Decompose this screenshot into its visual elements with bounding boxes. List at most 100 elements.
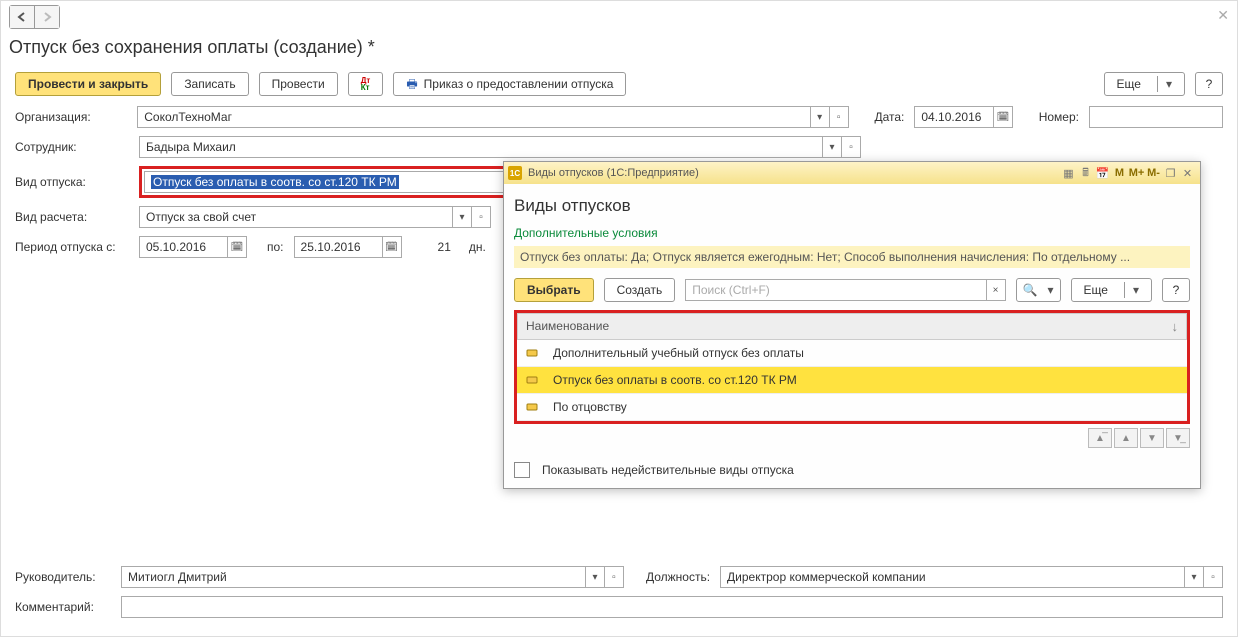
select-button[interactable]: Выбрать — [514, 278, 594, 302]
period-from-field[interactable]: 05.10.2016🗓 — [139, 236, 247, 258]
open-icon[interactable]: ▫ — [471, 207, 490, 227]
org-value: СоколТехноМаг — [138, 110, 809, 124]
row-label: Отпуск без оплаты в соотв. со ст.120 ТК … — [553, 373, 797, 387]
dropdown-icon[interactable]: ▾ — [585, 567, 604, 587]
table-row[interactable]: Отпуск без оплаты в соотв. со ст.120 ТК … — [517, 367, 1187, 394]
titlebar-close-icon[interactable]: ✕ — [1179, 165, 1196, 182]
popup-toolbar: Выбрать Создать Поиск (Ctrl+F)× 🔍▾ Еще▾ … — [514, 278, 1190, 302]
titlebar-restore-icon[interactable]: ❐ — [1162, 165, 1179, 182]
row-icon — [525, 347, 539, 359]
date-value: 04.10.2016 — [915, 110, 993, 124]
calendar-icon[interactable]: 🗓 — [227, 237, 246, 257]
popup-title: Виды отпусков — [514, 196, 1190, 216]
manager-value: Митиогл Дмитрий — [122, 570, 585, 584]
open-icon[interactable]: ▫ — [841, 137, 860, 157]
show-inactive-label: Показывать недействительные виды отпуска — [542, 463, 794, 477]
nav-back-button[interactable] — [10, 6, 35, 28]
post-and-close-button[interactable]: Провести и закрыть — [15, 72, 161, 96]
period-to-field[interactable]: 25.10.2016🗓 — [294, 236, 402, 258]
open-icon[interactable]: ▫ — [604, 567, 623, 587]
titlebar-m-minus-icon[interactable]: M- — [1145, 165, 1162, 182]
popup-titlebar[interactable]: 1C Виды отпусков (1С:Предприятие) ▦ 🖩 📅 … — [504, 162, 1200, 184]
calc-type-value: Отпуск за свой счет — [140, 210, 452, 224]
date-label: Дата: — [874, 110, 904, 124]
dropdown-icon[interactable]: ▾ — [1184, 567, 1203, 587]
table-highlight: Наименование ↓ Дополнительный учебный от… — [514, 310, 1190, 424]
employee-label: Сотрудник: — [15, 140, 133, 154]
search-button[interactable]: 🔍▾ — [1016, 278, 1061, 302]
table-row[interactable]: Дополнительный учебный отпуск без оплаты — [517, 340, 1187, 367]
search-input[interactable]: Поиск (Ctrl+F)× — [685, 279, 1005, 301]
table-row[interactable]: По отцовству — [517, 394, 1187, 421]
period-to-value: 25.10.2016 — [295, 240, 382, 254]
nav-forward-button[interactable] — [35, 6, 59, 28]
search-wrap: Поиск (Ctrl+F)× — [685, 279, 1005, 301]
employee-field[interactable]: Бадыра Михаил▾▫ — [139, 136, 861, 158]
titlebar-calc-icon[interactable]: 🖩 — [1077, 165, 1094, 182]
close-icon[interactable]: ✕ — [1217, 7, 1229, 24]
dropdown-icon[interactable]: ▾ — [810, 107, 829, 127]
help-button[interactable]: ? — [1195, 72, 1223, 96]
titlebar-m-icon[interactable]: M — [1111, 165, 1128, 182]
open-icon[interactable]: ▫ — [1203, 567, 1222, 587]
period-from-value: 05.10.2016 — [140, 240, 227, 254]
row-label: По отцовству — [553, 400, 627, 414]
manager-field[interactable]: Митиогл Дмитрий▾▫ — [121, 566, 624, 588]
table-header[interactable]: Наименование ↓ — [517, 313, 1187, 340]
popup-app-title: Виды отпусков (1С:Предприятие) — [528, 167, 699, 179]
calendar-icon[interactable]: 🗓 — [993, 107, 1012, 127]
nav-last-button[interactable]: ▼̲ — [1166, 428, 1190, 448]
days-unit: дн. — [469, 240, 486, 254]
post-button[interactable]: Провести — [259, 72, 338, 96]
days-value: 21 — [438, 240, 451, 254]
dropdown-icon[interactable]: ▾ — [452, 207, 471, 227]
titlebar-calendar-icon[interactable]: 📅 — [1094, 165, 1111, 182]
nav-down-button[interactable]: ▼ — [1140, 428, 1164, 448]
table-nav: ▲̅ ▲ ▼ ▼̲ — [514, 428, 1190, 448]
titlebar-m-plus-icon[interactable]: M+ — [1128, 165, 1145, 182]
period-from-label: Период отпуска с: — [15, 240, 133, 254]
print-order-button[interactable]: 🖶Приказ о предоставлении отпуска — [393, 72, 626, 96]
app-logo-icon: 1C — [508, 166, 522, 180]
dropdown-icon[interactable]: ▾ — [822, 137, 841, 157]
more-label: Еще — [1117, 76, 1141, 92]
open-icon[interactable]: ▫ — [829, 107, 848, 127]
number-field[interactable] — [1089, 106, 1223, 128]
nav-up-button[interactable]: ▲ — [1114, 428, 1138, 448]
popup-more-button[interactable]: Еще▾ — [1071, 278, 1152, 302]
clear-icon[interactable]: × — [986, 280, 1005, 300]
nav-first-button[interactable]: ▲̅ — [1088, 428, 1112, 448]
chevron-down-icon: ▾ — [1048, 282, 1054, 298]
conditions-text: Отпуск без оплаты: Да; Отпуск является е… — [514, 246, 1190, 268]
row-icon — [525, 401, 539, 413]
print-order-label: Приказ о предоставлении отпуска — [424, 76, 614, 92]
chevron-down-icon: ▾ — [1157, 76, 1172, 92]
comment-field[interactable] — [121, 596, 1223, 618]
save-button[interactable]: Записать — [171, 72, 248, 96]
popup-help-button[interactable]: ? — [1162, 278, 1190, 302]
conditions-label[interactable]: Дополнительные условия — [514, 226, 1190, 240]
register-entries-button[interactable]: ДтКт — [348, 72, 384, 96]
search-icon: 🔍 — [1023, 282, 1038, 298]
main-toolbar: Провести и закрыть Записать Провести ДтК… — [1, 66, 1237, 106]
employee-value: Бадыра Михаил — [140, 140, 822, 154]
more-button[interactable]: Еще ▾ — [1104, 72, 1185, 96]
show-inactive-checkbox[interactable] — [514, 462, 530, 478]
page-title: Отпуск без сохранения оплаты (создание) … — [1, 33, 1237, 66]
org-label: Организация: — [15, 110, 131, 124]
vac-type-label: Вид отпуска: — [15, 175, 133, 189]
org-field[interactable]: СоколТехноМаг▾▫ — [137, 106, 848, 128]
row-icon — [525, 374, 539, 386]
vac-type-value: Отпуск без оплаты в соотв. со ст.120 ТК … — [151, 175, 399, 189]
number-label: Номер: — [1039, 110, 1079, 124]
calc-type-field[interactable]: Отпуск за свой счет▾▫ — [139, 206, 491, 228]
position-field[interactable]: Директрор коммерческой компании▾▫ — [720, 566, 1223, 588]
create-button[interactable]: Создать — [604, 278, 676, 302]
date-field[interactable]: 04.10.2016🗓 — [914, 106, 1013, 128]
position-value: Директрор коммерческой компании — [721, 570, 1184, 584]
calendar-icon[interactable]: 🗓 — [382, 237, 401, 257]
row-label: Дополнительный учебный отпуск без оплаты — [553, 346, 804, 360]
titlebar-grid-icon[interactable]: ▦ — [1060, 165, 1077, 182]
manager-label: Руководитель: — [15, 570, 115, 584]
popup-more-label: Еще — [1084, 282, 1108, 298]
